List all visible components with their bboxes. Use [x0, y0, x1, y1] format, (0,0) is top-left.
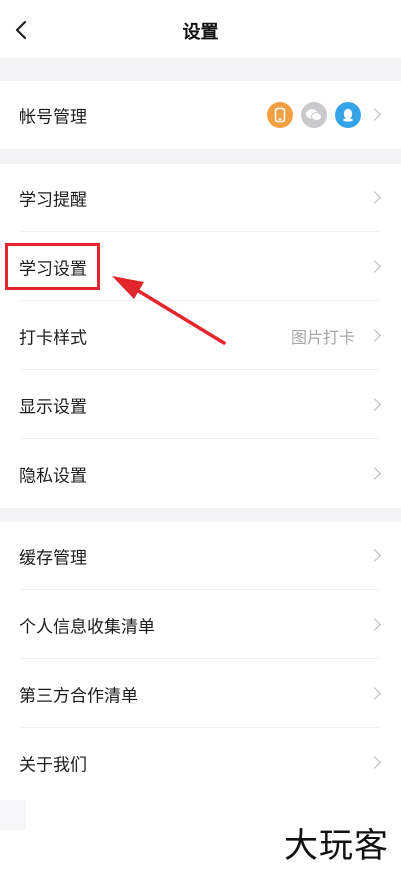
annotation-arrow-icon [112, 276, 226, 345]
watermark-logo: 大玩客 [284, 826, 389, 866]
